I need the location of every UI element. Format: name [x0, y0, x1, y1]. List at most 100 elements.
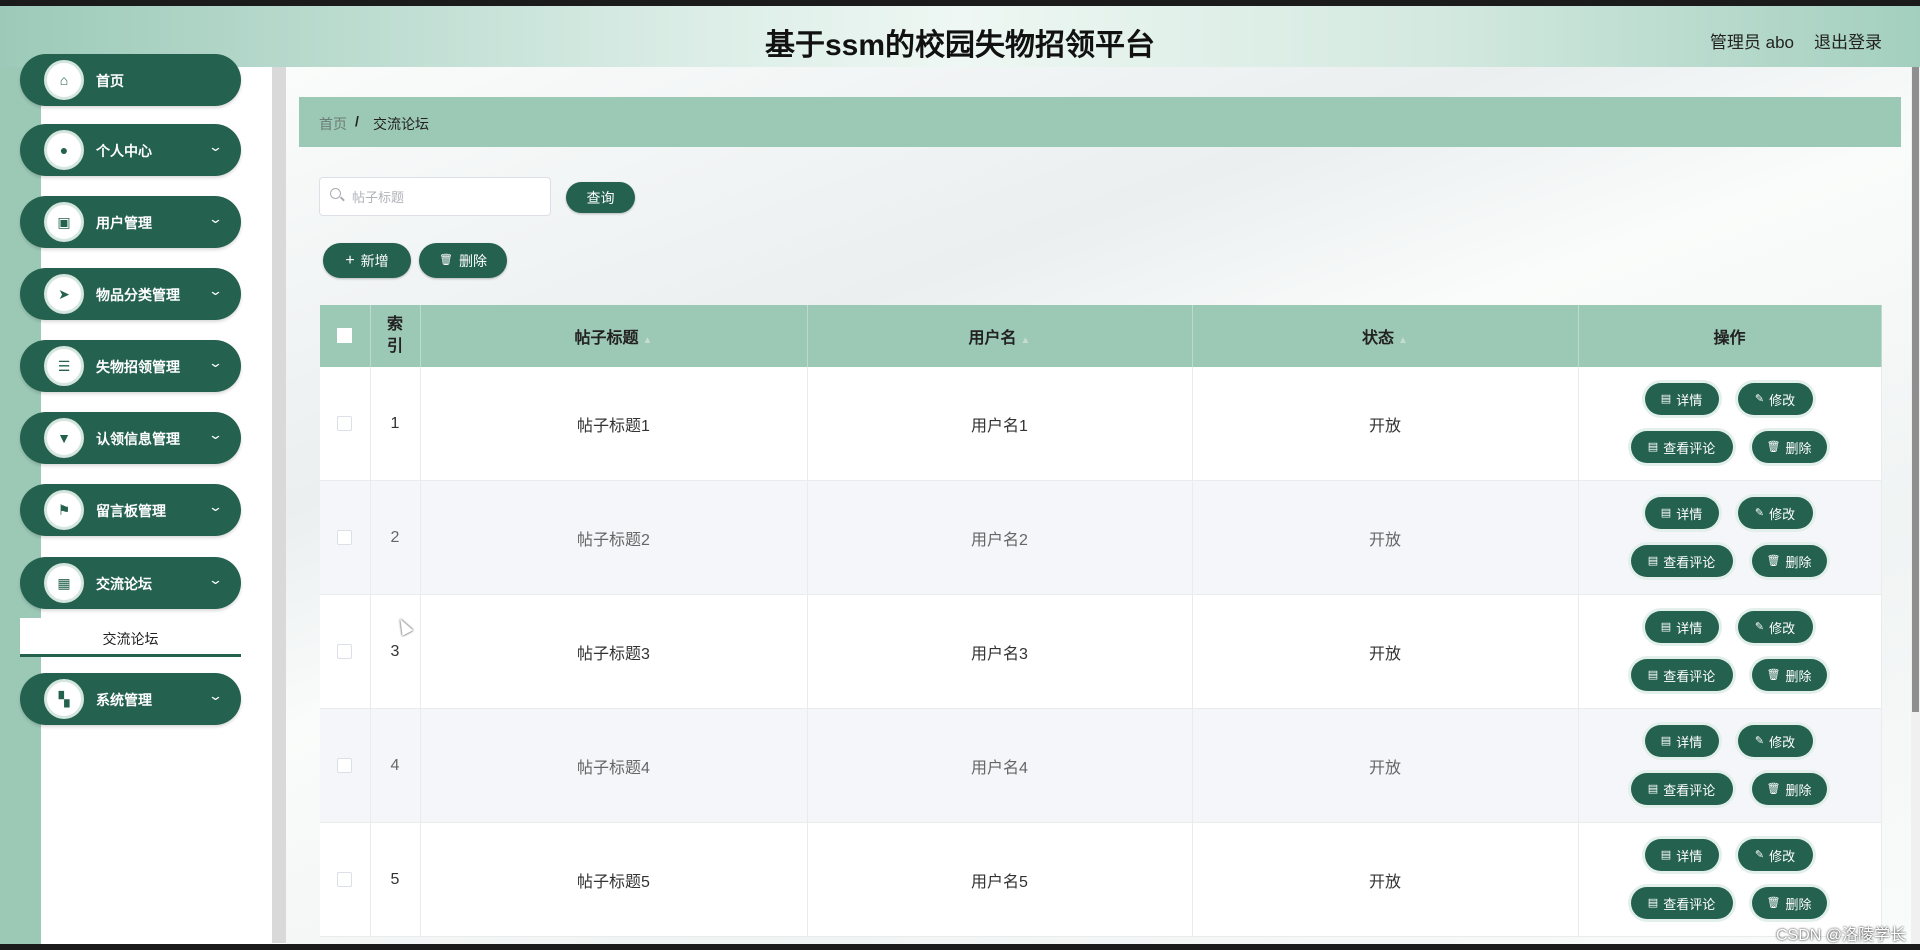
row-checkbox[interactable]	[337, 529, 353, 545]
sidebar-item-users[interactable]: ▣ 用户管理 ⌄	[20, 196, 241, 248]
edit-label: 修改	[1769, 734, 1796, 750]
column-header-actions: 操作	[1578, 305, 1882, 367]
header-actions-label: 操作	[1713, 330, 1746, 347]
sidebar-item-forum[interactable]: ▦ 交流论坛 ⌄	[20, 557, 241, 609]
detail-button[interactable]: ▤ 详情	[1644, 611, 1719, 643]
row-select-cell	[320, 367, 371, 481]
row-checkbox[interactable]	[337, 871, 353, 887]
send-icon: ➤	[44, 274, 84, 314]
query-button-label: 查询	[586, 189, 615, 206]
cell-index: 4	[370, 708, 421, 823]
trash-icon: 🗑	[1766, 668, 1781, 681]
bulk-delete-button[interactable]: 🗑 删除	[419, 243, 507, 278]
cell-title: 帖子标题4	[420, 708, 808, 823]
header: 基于ssm的校园失物招领平台 管理员 abo 退出登录	[0, 6, 1920, 67]
document-icon: ▤	[1647, 896, 1659, 909]
sidebar-item-profile[interactable]: ● 个人中心 ⌄	[20, 124, 241, 176]
edit-button[interactable]: ✎ 修改	[1737, 725, 1813, 757]
delete-button[interactable]: 🗑 删除	[1751, 887, 1827, 919]
search-icon	[330, 188, 341, 199]
apps-icon: ▚	[44, 679, 84, 719]
view-comments-button[interactable]: ▤ 查看评论	[1630, 431, 1733, 463]
sidebar-item-label: 系统管理	[96, 692, 152, 708]
delete-button[interactable]: 🗑 删除	[1751, 431, 1827, 463]
pencil-icon: ✎	[1754, 506, 1765, 519]
edit-button[interactable]: ✎ 修改	[1737, 839, 1813, 871]
row-checkbox[interactable]	[337, 643, 353, 659]
column-header-status[interactable]: 状态 ▲	[1192, 305, 1579, 367]
document-icon: ▤	[1647, 554, 1659, 567]
delete-button[interactable]: 🗑 删除	[1751, 773, 1827, 805]
trash-icon: 🗑	[1766, 554, 1781, 567]
view-comments-button[interactable]: ▤ 查看评论	[1630, 773, 1733, 805]
chevron-down-icon: ⌄	[207, 427, 224, 442]
select-all-checkbox[interactable]	[337, 328, 353, 344]
sidebar-item-messages[interactable]: ⚑ 留言板管理 ⌄	[20, 484, 241, 536]
detail-label: 详情	[1676, 620, 1703, 636]
document-icon: ▤	[1660, 734, 1672, 747]
edit-button[interactable]: ✎ 修改	[1737, 611, 1813, 643]
chevron-down-icon: ⌄	[207, 139, 224, 154]
delete-button[interactable]: 🗑 删除	[1751, 659, 1827, 691]
sidebar-item-system[interactable]: ▚ 系统管理 ⌄	[20, 673, 241, 725]
search-field[interactable]	[319, 177, 551, 217]
user-icon: ●	[44, 130, 84, 170]
detail-button[interactable]: ▤ 详情	[1644, 497, 1719, 529]
cell-actions: ▤ 详情 ✎ 修改 ▤ 查看评论 🗑 删除	[1578, 480, 1882, 595]
sidebar-item-label: 用户管理	[96, 215, 152, 231]
edit-button[interactable]: ✎ 修改	[1737, 497, 1813, 529]
search-input[interactable]	[350, 178, 544, 217]
header-username-label: 用户名	[968, 330, 1017, 347]
logout-link[interactable]: 退出登录	[1814, 28, 1882, 53]
delete-label: 删除	[1785, 668, 1812, 684]
chevron-down-icon: ⌄	[207, 211, 224, 226]
comments-label: 查看评论	[1663, 896, 1716, 912]
sidebar-item-categories[interactable]: ➤ 物品分类管理 ⌄	[20, 268, 241, 320]
sidebar-scrollbar[interactable]	[272, 67, 286, 943]
comments-label: 查看评论	[1663, 668, 1716, 684]
detail-button[interactable]: ▤ 详情	[1644, 725, 1719, 757]
edit-button[interactable]: ✎ 修改	[1737, 383, 1813, 415]
cell-status: 开放	[1192, 594, 1579, 709]
row-checkbox[interactable]	[337, 415, 353, 431]
document-icon: ▤	[1660, 392, 1672, 405]
sort-icon[interactable]: ▲	[1398, 335, 1408, 346]
cell-actions: ▤ 详情 ✎ 修改 ▤ 查看评论 🗑 删除	[1578, 708, 1882, 823]
detail-button[interactable]: ▤ 详情	[1644, 383, 1719, 415]
select-all-cell	[320, 305, 371, 367]
flag-icon: ⚑	[44, 490, 84, 530]
breadcrumb-home[interactable]: 首页	[319, 114, 347, 134]
watermark: CSDN @洛陵学长	[1775, 927, 1906, 944]
header-status-label: 状态	[1362, 330, 1395, 347]
main-scrollbar[interactable]	[1911, 67, 1920, 950]
sidebar-item-lost-found[interactable]: ☰ 失物招领管理 ⌄	[20, 340, 241, 392]
home-icon: ⌂	[44, 60, 84, 100]
add-button[interactable]: + 新增	[323, 243, 411, 278]
query-button[interactable]: 查询	[566, 182, 635, 213]
sidebar-subitem-forum[interactable]: 交流论坛	[20, 618, 241, 657]
page-title: 基于ssm的校园失物招领平台	[764, 29, 1156, 62]
add-button-label: 新增	[360, 252, 389, 269]
scrollbar-thumb[interactable]	[1912, 67, 1919, 712]
sort-icon[interactable]: ▲	[1021, 335, 1031, 346]
view-comments-button[interactable]: ▤ 查看评论	[1630, 545, 1733, 577]
view-comments-button[interactable]: ▤ 查看评论	[1630, 659, 1733, 691]
breadcrumb-current: 交流论坛	[373, 116, 429, 132]
column-header-title[interactable]: 帖子标题 ▲	[420, 305, 808, 367]
view-comments-button[interactable]: ▤ 查看评论	[1630, 887, 1733, 919]
comments-label: 查看评论	[1663, 554, 1716, 570]
row-checkbox[interactable]	[337, 757, 353, 773]
chevron-down-icon: ⌄	[207, 572, 224, 587]
delete-button[interactable]: 🗑 删除	[1751, 545, 1827, 577]
cell-title: 帖子标题2	[420, 480, 808, 595]
detail-button[interactable]: ▤ 详情	[1644, 839, 1719, 871]
trash-icon: 🗑	[439, 254, 453, 266]
sidebar-item-home[interactable]: ⌂ 首页	[20, 54, 241, 106]
delete-label: 删除	[1785, 554, 1812, 570]
chevron-down-icon: ⌄	[207, 283, 224, 298]
column-header-username[interactable]: 用户名 ▲	[807, 305, 1193, 367]
cell-status: 开放	[1192, 708, 1579, 823]
cell-actions: ▤ 详情 ✎ 修改 ▤ 查看评论 🗑 删除	[1578, 822, 1882, 937]
sort-icon[interactable]: ▲	[643, 335, 653, 346]
sidebar-item-claims[interactable]: ▼ 认领信息管理 ⌄	[20, 412, 241, 464]
